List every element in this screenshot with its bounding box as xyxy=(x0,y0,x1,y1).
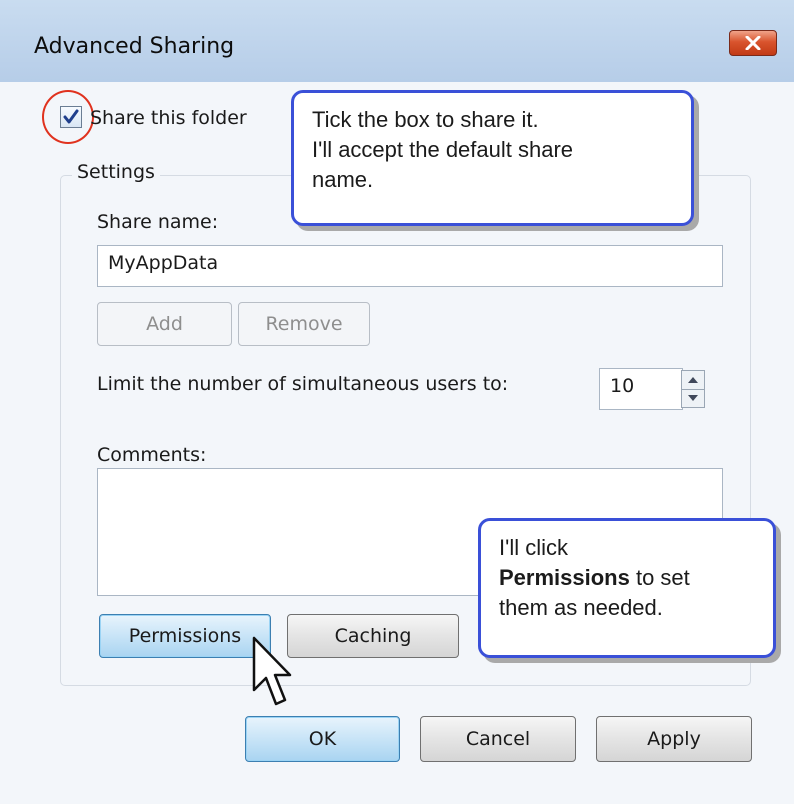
share-folder-label[interactable]: Share this folder xyxy=(90,107,247,129)
share-name-label: Share name: xyxy=(97,211,219,233)
permissions-button[interactable]: Permissions xyxy=(99,614,271,658)
callout-permissions-tip: I'll click Permissions to set them as ne… xyxy=(478,518,776,658)
callout-share-line2: I'll accept the default share xyxy=(312,137,574,162)
callout-share-line1: Tick the box to share it. xyxy=(312,107,539,132)
window-title: Advanced Sharing xyxy=(34,34,235,59)
title-bar: Advanced Sharing xyxy=(0,0,794,82)
user-limit-spinner[interactable] xyxy=(681,370,705,408)
add-button[interactable]: Add xyxy=(97,302,232,346)
callout-share-tip: Tick the box to share it. I'll accept th… xyxy=(291,90,694,226)
callout-perm-line2: Permissions to set xyxy=(499,563,755,593)
settings-group-label: Settings xyxy=(72,161,160,183)
user-limit-label: Limit the number of simultaneous users t… xyxy=(97,373,509,395)
mouse-cursor-icon xyxy=(252,636,292,706)
spin-down-button[interactable] xyxy=(682,389,704,407)
close-button[interactable] xyxy=(729,30,777,56)
highlight-circle-annotation xyxy=(42,90,94,144)
callout-perm-line3: them as needed. xyxy=(499,595,663,620)
callout-perm-bold: Permissions xyxy=(499,565,630,590)
user-limit-input[interactable]: 10 xyxy=(599,368,683,410)
remove-button[interactable]: Remove xyxy=(238,302,370,346)
share-name-field[interactable]: MyAppData xyxy=(97,245,723,287)
comments-label: Comments: xyxy=(97,444,207,466)
advanced-sharing-dialog: Advanced Sharing Share this folder Setti… xyxy=(0,0,794,804)
ok-button[interactable]: OK xyxy=(245,716,400,762)
arrow-down-icon xyxy=(688,395,698,401)
caching-button[interactable]: Caching xyxy=(287,614,459,658)
cancel-button[interactable]: Cancel xyxy=(420,716,576,762)
arrow-up-icon xyxy=(688,377,698,383)
spin-up-button[interactable] xyxy=(682,371,704,390)
callout-share-line3: name. xyxy=(312,167,374,192)
close-x-icon xyxy=(745,36,761,50)
apply-button[interactable]: Apply xyxy=(596,716,752,762)
callout-perm-line1: I'll click xyxy=(499,535,568,560)
callout-perm-rest: to set xyxy=(629,565,690,590)
